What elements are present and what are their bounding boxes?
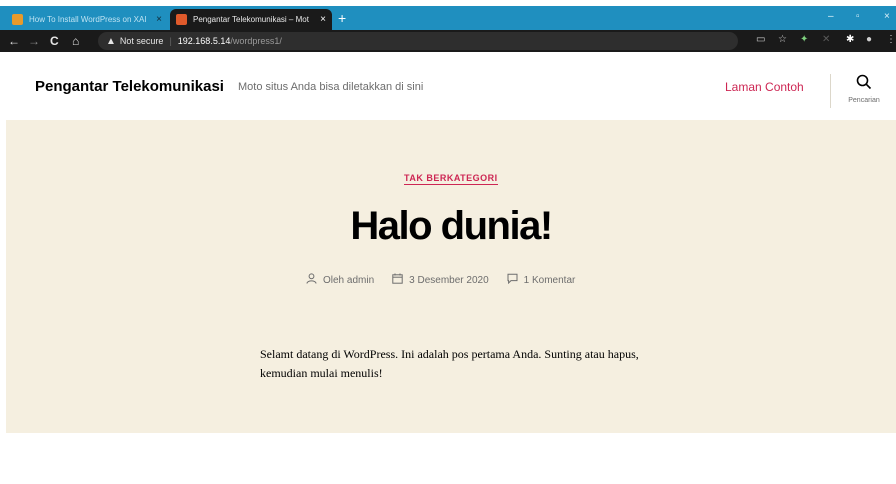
site-title[interactable]: Pengantar Telekomunikasi (35, 78, 224, 95)
search-toggle-button[interactable]: Pencarian (840, 74, 888, 104)
tab-close-icon[interactable]: × (156, 14, 162, 25)
browser-toolbar: ← → C ⌂ ▲ Not secure | 192.168.5.14 /wor… (0, 30, 896, 52)
forward-arrow-icon[interactable]: → (28, 33, 40, 49)
bookmark-star-icon[interactable]: ☆ (778, 34, 787, 45)
tab-pengantar-telekomunikasi[interactable]: Pengantar Telekomunikasi – Mot × (170, 9, 332, 30)
menu-kebab-icon[interactable]: ⋮ (886, 34, 896, 45)
address-path: /wordpress1/ (230, 36, 282, 46)
home-icon[interactable]: ⌂ (72, 33, 79, 49)
site-description: Moto situs Anda bisa diletakkan di sini (238, 81, 424, 93)
tab-favicon-icon (12, 14, 23, 25)
post-comments-label: 1 Komentar (523, 274, 576, 286)
profile-avatar-icon[interactable]: ● (866, 34, 872, 45)
back-arrow-icon[interactable]: ← (8, 33, 20, 49)
post-author[interactable]: Oleh admin (306, 273, 374, 287)
user-icon (306, 273, 317, 287)
calendar-icon (392, 273, 403, 287)
cast-icon[interactable]: ▭ (756, 34, 765, 45)
address-host: 192.168.5.14 (177, 36, 231, 46)
extension-x-icon[interactable]: ✕ (822, 34, 830, 45)
address-separator: | (169, 36, 172, 46)
post-comments[interactable]: 1 Komentar (507, 273, 576, 287)
minimize-icon[interactable]: – (828, 11, 834, 22)
extension-icon[interactable]: ✦ (800, 34, 808, 45)
search-toggle-label: Pencarian (848, 97, 880, 104)
reload-icon[interactable]: C (50, 33, 59, 49)
tab-title: Pengantar Telekomunikasi – Mot (193, 15, 309, 24)
extensions-puzzle-icon[interactable]: ✱ (846, 34, 854, 45)
header-divider (830, 74, 831, 108)
comment-bubble-icon (507, 273, 518, 287)
post-date-label: 3 Desember 2020 (409, 274, 489, 286)
menu-item-laman-contoh[interactable]: Laman Contoh (725, 80, 804, 94)
browser-tab-bar: How To Install WordPress on XAI × Pengan… (0, 6, 896, 30)
new-tab-plus-icon[interactable]: + (338, 10, 346, 26)
search-icon (840, 74, 888, 95)
post-meta: Oleh admin 3 Desember 2020 1 Komentar (306, 273, 593, 287)
security-label: Not secure (119, 36, 164, 46)
tab-close-icon[interactable]: × (320, 14, 326, 25)
post-title[interactable]: Halo dunia! (6, 204, 896, 249)
address-bar[interactable]: ▲ Not secure | 192.168.5.14 /wordpress1/ (98, 32, 738, 50)
post-author-label: Oleh admin (323, 274, 375, 286)
tab-how-to-install[interactable]: How To Install WordPress on XAI × (6, 9, 168, 30)
site-header: Pengantar Telekomunikasi Moto situs Anda… (0, 52, 896, 120)
post-content: Selamt datang di WordPress. Ini adalah p… (260, 347, 639, 380)
post-entry-header: TAK BERKATEGORI Halo dunia! Oleh admin 3… (6, 120, 896, 433)
post-category-link[interactable]: TAK BERKATEGORI (404, 173, 498, 185)
tab-favicon-icon (176, 14, 187, 25)
warning-icon: ▲ (106, 35, 116, 47)
maximize-icon[interactable]: ▫ (856, 11, 860, 22)
close-window-icon[interactable]: × (884, 11, 890, 22)
tab-title: How To Install WordPress on XAI (29, 15, 147, 24)
post-date[interactable]: 3 Desember 2020 (392, 273, 489, 287)
